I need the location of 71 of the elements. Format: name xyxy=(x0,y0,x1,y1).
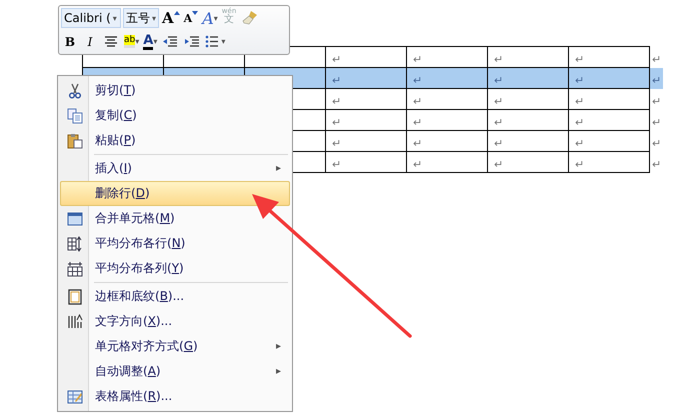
paragraph-mark: ↵ xyxy=(494,136,504,150)
grow-font-button[interactable]: A xyxy=(161,8,181,28)
up-triangle-icon xyxy=(174,11,180,16)
paragraph-mark: ↵ xyxy=(332,136,342,150)
paragraph-mark: ↵ xyxy=(332,158,342,170)
paragraph-mark: ↵ xyxy=(332,94,342,108)
bold-button[interactable]: B xyxy=(61,32,79,52)
row-end-mark: ↵ xyxy=(652,158,662,170)
paragraph-mark: ↵ xyxy=(575,158,584,170)
styles-button[interactable]: A▾ xyxy=(201,8,219,28)
table-properties-icon xyxy=(67,388,83,404)
row-end-mark: ↵ xyxy=(652,94,662,108)
menu-item[interactable]: 自动调整(A) ▸ xyxy=(60,359,290,384)
font-color-button[interactable]: A▾ xyxy=(142,32,158,52)
paragraph-mark: ↵ xyxy=(575,136,584,150)
paragraph-mark: ↵ xyxy=(575,94,584,108)
paragraph-mark: ↵ xyxy=(413,74,422,86)
row-end-mark: ↵ xyxy=(652,52,662,66)
increase-indent-icon[interactable] xyxy=(184,34,200,49)
italic-button[interactable]: I xyxy=(81,32,99,52)
copy-icon xyxy=(67,108,83,124)
menu-item[interactable]: 表格属性(R)... xyxy=(60,384,290,409)
highlight-button[interactable]: ab▾ xyxy=(123,32,140,52)
decrease-indent-icon[interactable] xyxy=(162,34,178,49)
distribute-rows-icon xyxy=(67,236,83,252)
paragraph-mark: ↵ xyxy=(413,158,422,170)
menu-item[interactable]: 合并单元格(M) xyxy=(60,206,290,231)
bullet-list-icon xyxy=(205,35,220,48)
text-direction-icon xyxy=(67,314,83,330)
menu-item[interactable]: 复制(C) xyxy=(60,103,290,128)
down-triangle-icon xyxy=(192,11,198,16)
paragraph-mark: ↵ xyxy=(575,52,584,66)
paragraph-mark: ↵ xyxy=(413,136,422,150)
page-border-icon xyxy=(67,288,83,304)
font-dropdown[interactable]: Calibri ( ▾ xyxy=(61,8,121,28)
paragraph-mark: ↵ xyxy=(494,94,504,108)
paragraph-mark: ↵ xyxy=(575,74,584,86)
submenu-arrow-icon: ▸ xyxy=(276,366,281,377)
paragraph-mark: ↵ xyxy=(413,52,422,66)
row-end-mark: ↵ xyxy=(652,116,662,128)
distribute-columns-icon xyxy=(67,260,83,276)
shrink-font-button[interactable]: A xyxy=(182,8,200,28)
row-end-mark: ↵ xyxy=(652,74,662,86)
submenu-arrow-icon: ▸ xyxy=(276,341,281,352)
paragraph-mark: ↵ xyxy=(413,116,422,128)
merge-cells-icon xyxy=(67,210,83,226)
paragraph-mark: ↵ xyxy=(332,52,342,66)
menu-item[interactable]: 插入(I) ▸ xyxy=(60,156,290,181)
row-end-mark: ↵ xyxy=(652,136,662,150)
menu-item[interactable]: 删除行(D) xyxy=(60,181,290,206)
menu-item[interactable]: 粘贴(P) xyxy=(60,128,290,153)
menu-item[interactable]: 边框和底纹(B)... xyxy=(60,284,290,309)
paste-icon xyxy=(67,132,83,148)
menu-item[interactable]: 平均分布各行(N) xyxy=(60,231,290,256)
paragraph-mark: ↵ xyxy=(494,158,504,170)
paragraph-mark: ↵ xyxy=(494,116,504,128)
center-align-icon[interactable] xyxy=(103,34,119,49)
paragraph-mark: ↵ xyxy=(413,94,422,108)
submenu-arrow-icon: ▸ xyxy=(276,163,281,174)
paragraph-mark: ↵ xyxy=(575,116,584,128)
font-size-dropdown[interactable]: 五号 ▾ xyxy=(123,8,160,28)
paragraph-mark: ↵ xyxy=(494,74,504,86)
menu-item[interactable]: 平均分布各列(Y) xyxy=(60,256,290,281)
menu-item[interactable]: 文字方向(X)... xyxy=(60,309,290,334)
paragraph-mark: ↵ xyxy=(332,116,342,128)
paragraph-mark: ↵ xyxy=(494,52,504,66)
menu-item[interactable]: 单元格对齐方式(G) ▸ xyxy=(60,334,290,359)
menu-item[interactable]: 剪切(T) xyxy=(60,78,290,103)
bullets-button[interactable]: ▾ xyxy=(204,32,226,52)
scissors-icon xyxy=(67,82,83,98)
paragraph-mark: ↵ xyxy=(332,74,342,86)
